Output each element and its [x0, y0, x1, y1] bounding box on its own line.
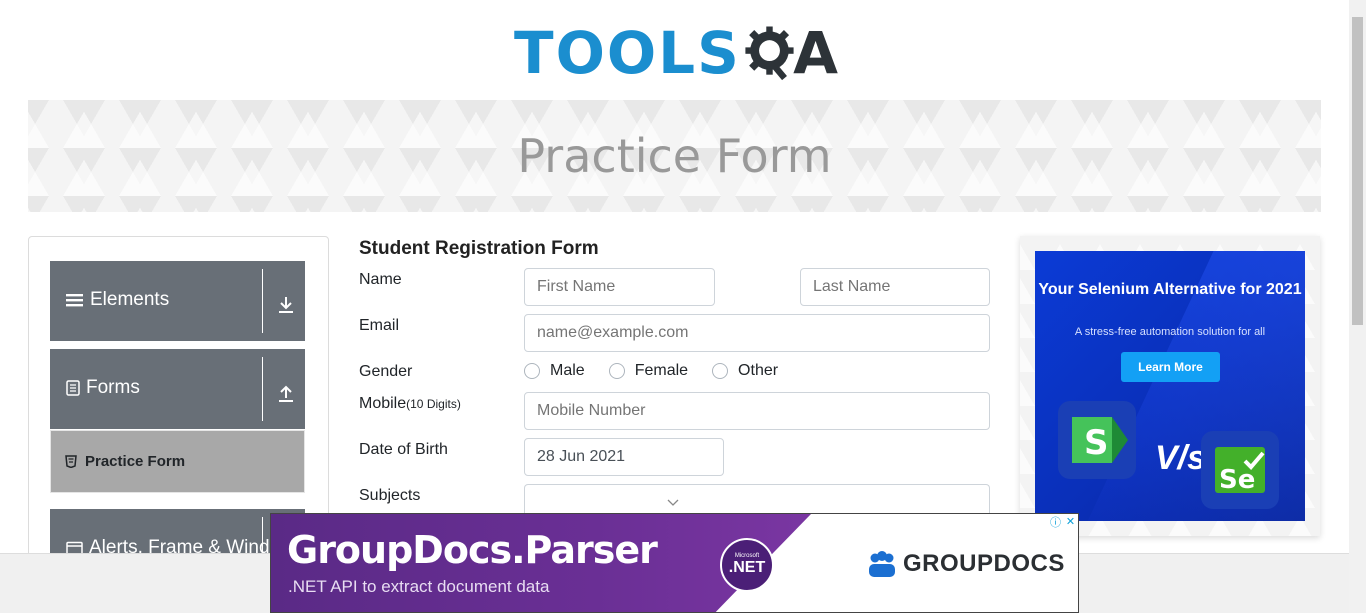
- mobile-hint: (10 Digits): [406, 397, 461, 411]
- dotnet-badge: Microsoft .NET: [720, 538, 774, 592]
- svg-text:Se: Se: [1219, 465, 1255, 495]
- page-banner: Practice Form: [28, 100, 1321, 212]
- versus-text: V/s: [1155, 439, 1207, 477]
- email-input[interactable]: [524, 314, 990, 352]
- email-label: Email: [359, 317, 400, 334]
- page-title: Practice Form: [517, 129, 832, 183]
- toolsqa-logo[interactable]: TOOLS A: [514, 16, 838, 90]
- ad-title: GroupDocs.Parser: [287, 528, 658, 572]
- form-title: Student Registration Form: [359, 238, 599, 259]
- selenium-icon: Se: [1215, 447, 1265, 495]
- document-icon: [66, 380, 80, 396]
- gender-male-option[interactable]: Male: [524, 362, 585, 380]
- selenium-logo-tile: Se: [1201, 431, 1279, 509]
- divider: [262, 357, 263, 421]
- sidebar-group-label: Elements: [90, 289, 170, 310]
- radio-button[interactable]: [608, 363, 625, 379]
- close-icon[interactable]: ✕: [1063, 514, 1078, 529]
- html5-icon: [65, 455, 77, 468]
- name-label: Name: [359, 271, 402, 288]
- chevron-down-icon: [667, 499, 679, 506]
- gender-radio-group: Male Female Other: [524, 362, 802, 380]
- katalon-icon: S: [1072, 417, 1128, 463]
- radio-button[interactable]: [524, 363, 540, 379]
- radio-button[interactable]: [712, 363, 729, 379]
- scrollbar-thumb[interactable]: [1352, 17, 1363, 325]
- last-name-input[interactable]: [800, 268, 990, 306]
- first-name-input[interactable]: [524, 268, 715, 306]
- download-arrow-icon[interactable]: [276, 295, 296, 315]
- people-icon: [869, 551, 895, 577]
- learn-more-button[interactable]: Learn More: [1121, 352, 1220, 382]
- page-scrollbar[interactable]: [1349, 0, 1366, 613]
- right-ad-container: Your Selenium Alternative for 2021 A str…: [1020, 236, 1320, 536]
- gear-magnifier-icon: [745, 26, 794, 81]
- sidebar-item-label: Practice Form: [85, 453, 186, 470]
- ad-info-icon[interactable]: ⓘ: [1048, 514, 1063, 529]
- ad-subtext: A stress-free automation solution for al…: [1074, 326, 1266, 338]
- subjects-label: Subjects: [359, 487, 421, 504]
- logo-a: A: [793, 19, 838, 87]
- sidebar-group-elements[interactable]: Elements: [50, 261, 305, 341]
- mobile-label: Mobile(10 Digits): [359, 395, 461, 412]
- upload-arrow-icon[interactable]: [276, 383, 296, 403]
- subjects-input[interactable]: [524, 484, 990, 514]
- mobile-input[interactable]: [524, 392, 990, 430]
- selenium-alternative-ad[interactable]: Your Selenium Alternative for 2021 A str…: [1035, 251, 1305, 521]
- ad-controls: ⓘ ✕: [1048, 514, 1078, 529]
- gender-label: Gender: [359, 363, 413, 380]
- ad-tagline: .NET API to extract document data: [288, 577, 550, 596]
- date-of-birth-input[interactable]: [524, 438, 724, 476]
- gender-other-option[interactable]: Other: [712, 362, 778, 380]
- groupdocs-banner-ad[interactable]: GroupDocs.Parser .NET API to extract doc…: [270, 513, 1079, 613]
- logo-text: TOOLS: [514, 19, 741, 87]
- menu-icon: [66, 294, 83, 307]
- gender-female-option[interactable]: Female: [608, 362, 688, 380]
- sidebar-group-label: Forms: [86, 377, 140, 398]
- divider: [262, 269, 263, 333]
- sidebar-group-forms[interactable]: Forms: [50, 349, 305, 429]
- groupdocs-logo: GROUPDOCS: [867, 550, 1065, 578]
- ad-headline: Your Selenium Alternative for 2021: [1038, 281, 1302, 298]
- katalon-logo-tile: S: [1058, 401, 1136, 479]
- svg-text:S: S: [1084, 423, 1109, 463]
- dob-label: Date of Birth: [359, 441, 448, 458]
- sidebar-item-practice-form[interactable]: Practice Form: [50, 430, 305, 493]
